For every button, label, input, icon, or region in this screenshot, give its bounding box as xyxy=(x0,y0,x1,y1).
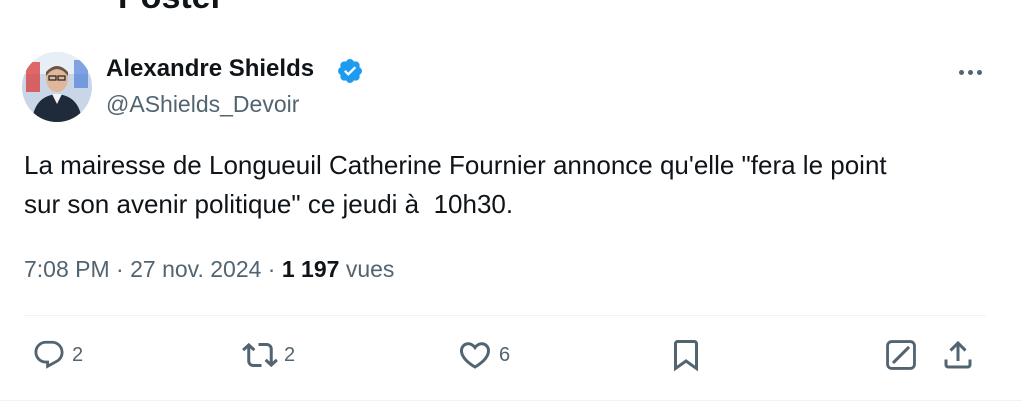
heart-icon xyxy=(459,342,491,369)
tweet-text: La mairesse de Longueuil Catherine Fourn… xyxy=(24,146,999,224)
tweet-text-line: sur son avenir politique" ce jeudi à 10h… xyxy=(24,189,514,219)
bookmark-icon xyxy=(674,340,698,372)
like-button[interactable]: 6 xyxy=(457,337,510,373)
share-button[interactable] xyxy=(940,337,976,373)
meta-separator: · xyxy=(267,256,276,282)
verified-badge-icon xyxy=(338,59,362,83)
more-dot xyxy=(967,69,973,75)
tweet-meta: 7:08 PM · 27 nov. 2024 · 1 197 vues xyxy=(24,256,394,283)
retweet-button[interactable]: 2 xyxy=(242,337,295,373)
retweet-icon xyxy=(242,342,278,368)
avatar[interactable] xyxy=(22,52,92,122)
tweet-time[interactable]: 7:08 PM xyxy=(24,256,110,282)
more-dot xyxy=(976,69,982,75)
views-label: vues xyxy=(345,256,395,282)
retweet-count: 2 xyxy=(284,343,296,366)
author-handle[interactable]: @AShields_Devoir xyxy=(106,91,299,118)
views-count: 1 197 xyxy=(281,256,340,282)
grok-button[interactable] xyxy=(884,337,918,373)
like-count: 6 xyxy=(499,343,511,366)
author-name[interactable]: Alexandre Shields xyxy=(106,55,314,83)
divider xyxy=(0,400,1022,401)
tweet-date[interactable]: 27 nov. 2024 xyxy=(130,256,261,282)
page-title: Poster xyxy=(118,0,224,17)
tweet-text-line: La mairesse de Longueuil Catherine Fourn… xyxy=(24,150,887,180)
bookmark-button[interactable] xyxy=(668,337,704,373)
reply-icon xyxy=(34,340,64,369)
reply-count: 2 xyxy=(72,343,84,366)
more-horizontal-icon xyxy=(958,69,964,75)
more-options-button[interactable] xyxy=(950,60,990,84)
reply-button[interactable]: 2 xyxy=(32,337,83,373)
avatar-image xyxy=(22,52,92,122)
share-icon xyxy=(944,340,972,369)
grok-icon xyxy=(886,340,916,370)
divider xyxy=(24,315,986,316)
meta-separator: · xyxy=(116,256,124,282)
